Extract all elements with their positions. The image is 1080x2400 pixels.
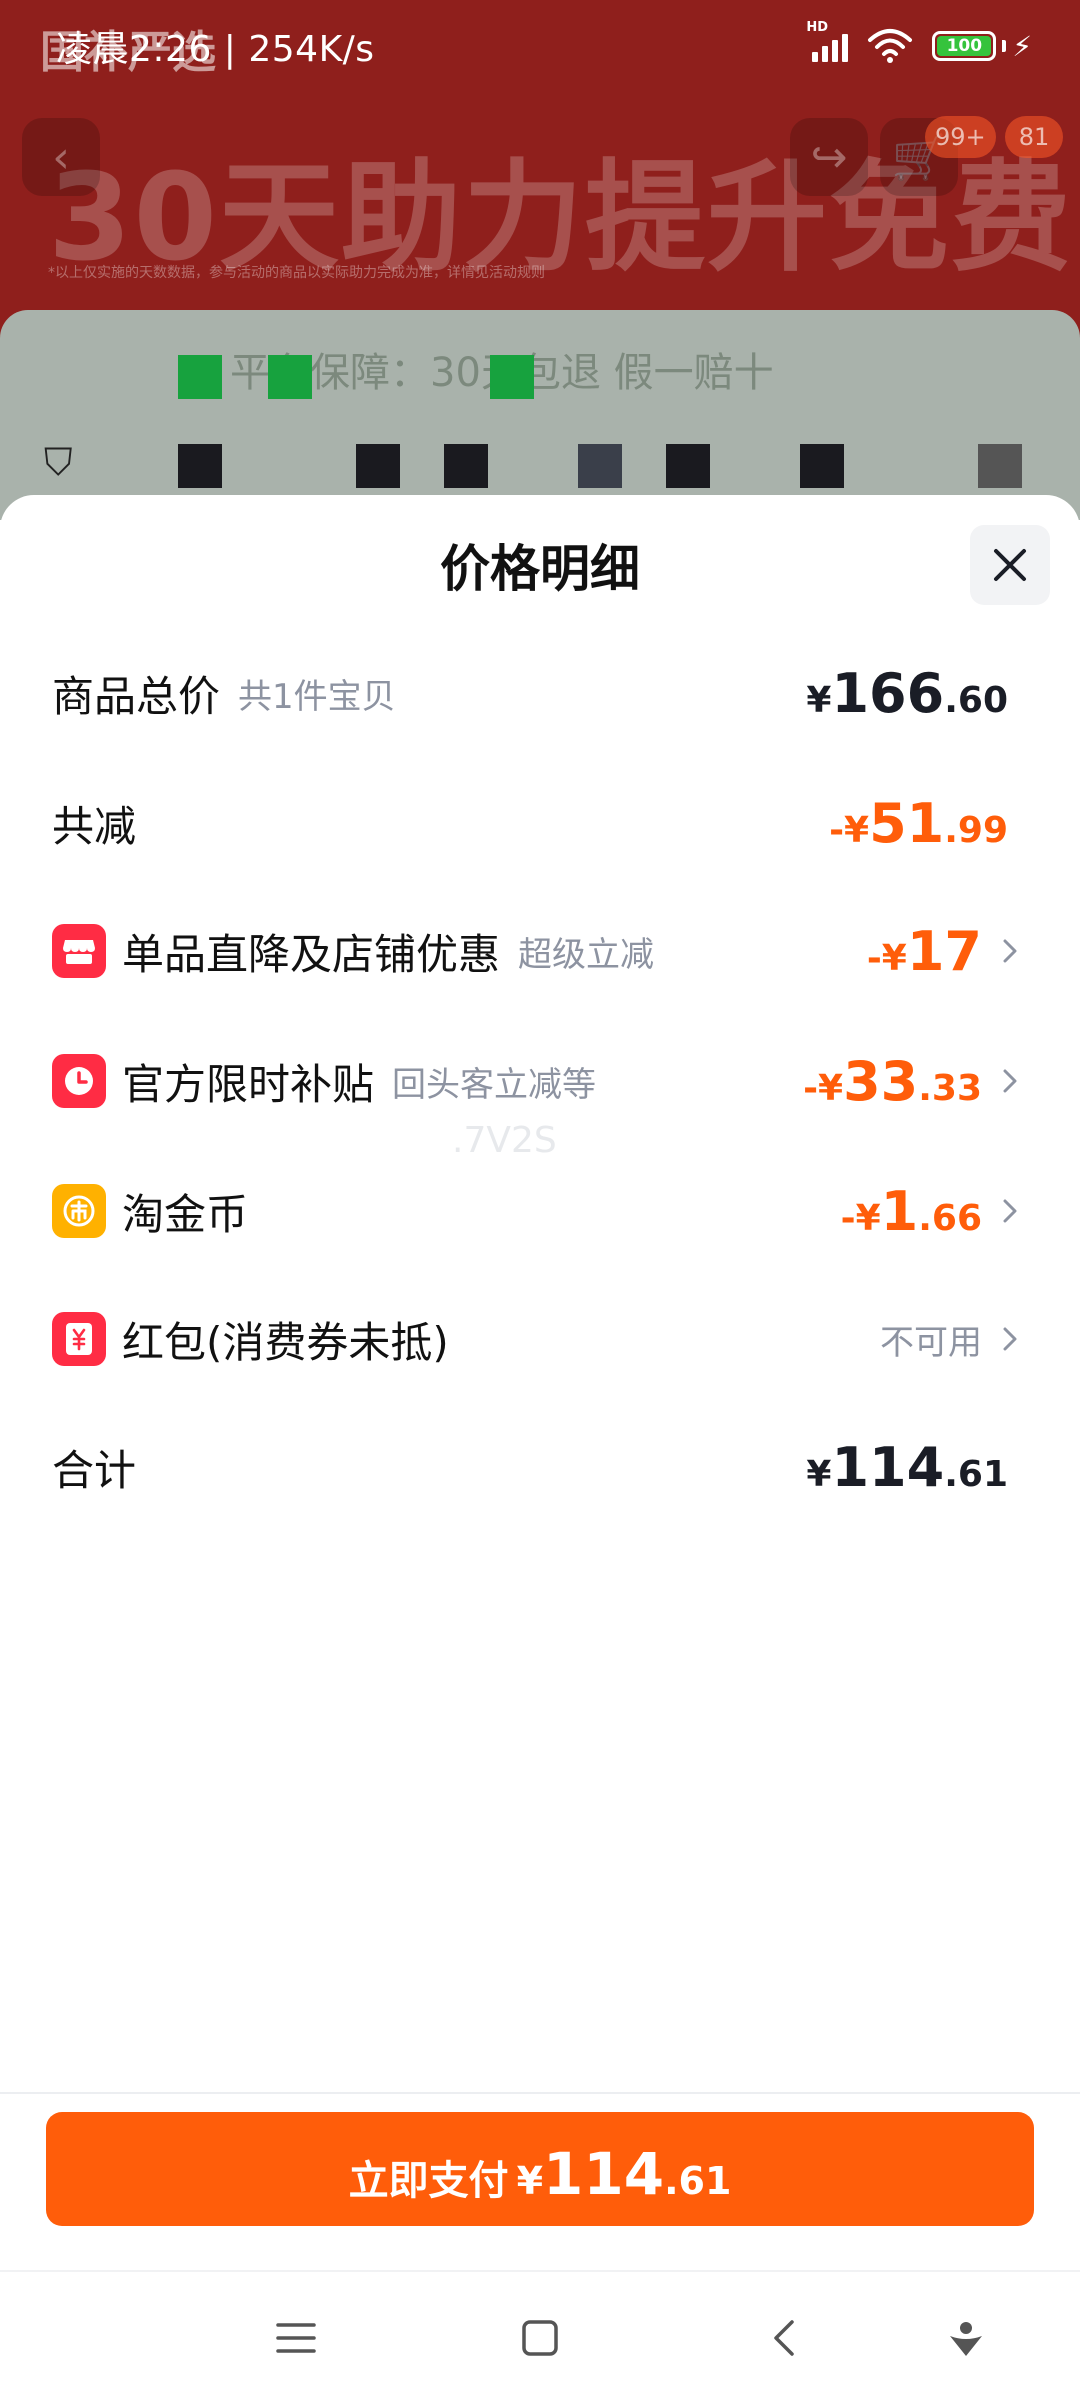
row-store-discount[interactable]: 单品直降及店铺优惠 超级立减 -¥ 17: [52, 911, 1018, 991]
sheet-title: 价格明细: [440, 540, 640, 598]
row-sub: 回头客立减等: [392, 1064, 597, 1105]
system-nav-bar: [0, 2270, 1080, 2400]
assistant-button[interactable]: [936, 2308, 996, 2368]
price-value: -¥ 51.99: [829, 791, 1008, 855]
home-button[interactable]: [510, 2308, 570, 2368]
more-badge: 81: [1005, 116, 1063, 158]
price-value: -¥ 17: [866, 919, 982, 983]
price-detail-sheet: 价格明细 商品总价 共1件宝贝 ¥166.60 共减 -¥ 51.99 单品直降及…: [0, 495, 1080, 2270]
price-value: ¥166.60: [806, 661, 1008, 725]
pay-price-int: 114: [543, 2140, 665, 2208]
signal-icon: HD: [806, 20, 849, 62]
chevron-right-icon: [988, 938, 1018, 964]
pay-price-dec: .61: [664, 2159, 732, 2203]
background-thumb: [978, 444, 1022, 488]
background-thumb: [356, 444, 400, 488]
row-label: 官方限时补贴: [122, 1059, 375, 1109]
row-sub: 共1件宝贝: [238, 676, 396, 717]
charging-icon: ⚡: [1012, 29, 1032, 63]
red-packet-icon: [52, 1312, 106, 1366]
shield-icon: ⛉: [44, 440, 73, 484]
pay-label: 立即支付: [348, 2158, 509, 2204]
row-total-discount: 共减 -¥ 51.99: [52, 783, 1008, 863]
battery-icon: 100 ⚡: [932, 30, 1032, 63]
background-thumb: [444, 444, 488, 488]
background-thumb: [666, 444, 710, 488]
row-label: 共减: [52, 801, 137, 851]
back-button[interactable]: [754, 2308, 814, 2368]
row-label: 淘金币: [122, 1189, 249, 1239]
store-icon: [52, 924, 106, 978]
menu-icon: [276, 2323, 316, 2353]
footer-divider: [0, 2092, 1080, 2094]
battery-level: 100: [937, 36, 992, 56]
row-label: 单品直降及店铺优惠: [122, 929, 501, 979]
row-label: 商品总价: [52, 671, 221, 721]
cart-badge: 99+: [925, 116, 996, 158]
menu-button[interactable]: [266, 2308, 326, 2368]
price-value: -¥ 1.66: [840, 1179, 982, 1243]
row-label: 红包(消费券未抵): [122, 1317, 449, 1367]
row-official-subsidy[interactable]: 官方限时补贴 回头客立减等 -¥ 33.33: [52, 1041, 1018, 1121]
row-label: 合计: [52, 1445, 137, 1495]
watermark-text: .7V2S: [452, 1120, 557, 1161]
hd-label: HD: [806, 20, 828, 35]
background-thumb: [800, 444, 844, 488]
status-time: 凌晨2:26 | 254K/s: [56, 29, 375, 70]
chevron-right-icon: [988, 1198, 1018, 1224]
close-button[interactable]: [970, 525, 1050, 605]
background-swatch: [268, 355, 312, 399]
clock-icon: [52, 1054, 106, 1108]
row-grand-total: 合计 ¥114.61: [52, 1427, 1008, 1507]
unavailable-text: 不可用: [880, 1322, 982, 1363]
background-small-text: *以上仅实施的天数数据，参与活动的商品以实际助力完成为准，详情见活动规则: [48, 265, 545, 281]
row-status: 不可用: [880, 1315, 982, 1364]
pay-now-button[interactable]: 立即支付 ¥114.61: [46, 2112, 1034, 2226]
status-icons: HD 100 ⚡: [806, 20, 1032, 64]
chevron-right-icon: [988, 1068, 1018, 1094]
row-red-packet[interactable]: 红包(消费券未抵) 不可用: [52, 1299, 1018, 1379]
assistant-icon: [950, 2322, 982, 2356]
background-swatch: [490, 355, 534, 399]
price-value: ¥114.61: [806, 1435, 1008, 1499]
home-icon: [522, 2320, 558, 2356]
status-bar: 凌晨2:26 | 254K/s HD 100 ⚡: [0, 0, 1080, 92]
back-icon: ‹: [22, 118, 100, 196]
row-total-goods: 商品总价 共1件宝贝 ¥166.60: [52, 653, 1008, 733]
chevron-right-icon: [988, 1326, 1018, 1352]
pay-price-symbol: ¥: [516, 2159, 544, 2203]
row-taojinbi[interactable]: 淘金币 -¥ 1.66: [52, 1171, 1018, 1251]
coin-icon: [52, 1184, 106, 1238]
background-thumb: [178, 444, 222, 488]
wifi-icon: [868, 29, 913, 63]
share-icon: ↪: [790, 118, 868, 196]
background-thumb: [578, 444, 622, 488]
row-sub: 超级立减: [518, 934, 655, 975]
close-icon: [994, 549, 1026, 581]
back-arrow-icon: [774, 2320, 794, 2356]
background-swatch: [178, 355, 222, 399]
price-value: -¥ 33.33: [803, 1049, 982, 1113]
